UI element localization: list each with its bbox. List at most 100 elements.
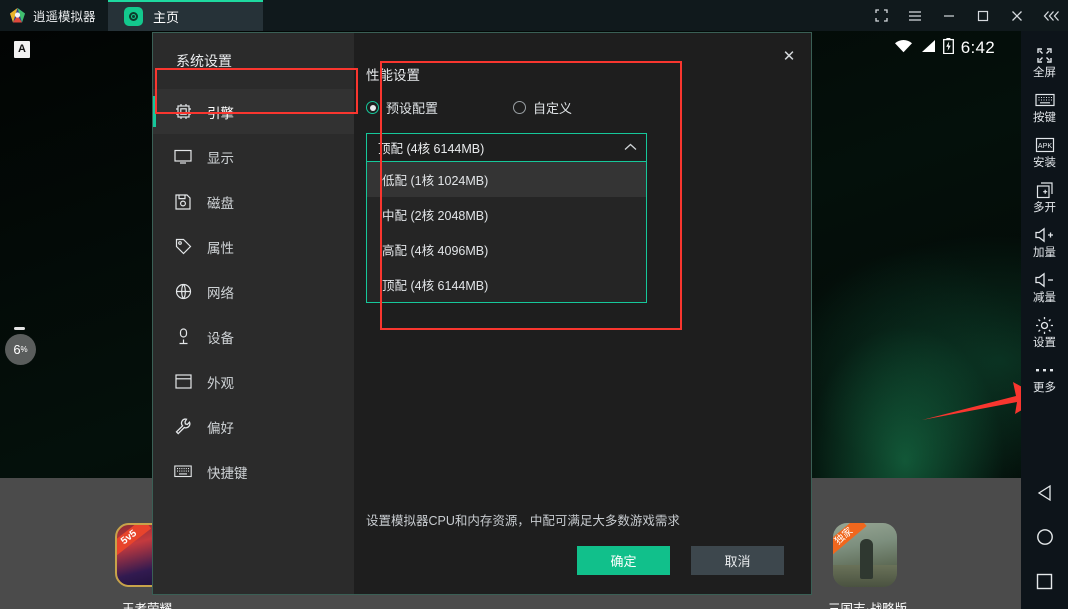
android-nav-buttons bbox=[1033, 481, 1057, 609]
android-home-button[interactable] bbox=[1033, 525, 1057, 549]
toolbar-item-fullscreen[interactable]: 全屏 bbox=[1021, 39, 1068, 84]
keyboard-icon bbox=[1034, 90, 1055, 110]
toolbar-label: 按键 bbox=[1033, 112, 1056, 124]
floppy-disk-icon bbox=[174, 193, 192, 211]
settings-nav-list: 引擎 显示 磁盘 属性 网络 设备 外观 偏好 快捷键 bbox=[153, 89, 354, 494]
radio-label: 预设配置 bbox=[386, 101, 439, 116]
radio-label: 自定义 bbox=[533, 101, 573, 116]
dialog-buttons: 确定 取消 bbox=[577, 546, 784, 575]
battery-charging-icon bbox=[942, 37, 954, 59]
sidebar-item-label: 外观 bbox=[207, 375, 234, 391]
sidebar-item-label: 快捷键 bbox=[207, 465, 248, 481]
app-thumbnail bbox=[833, 523, 897, 587]
device-icon bbox=[174, 328, 192, 346]
sidebar-item-hotkeys[interactable]: 快捷键 bbox=[153, 449, 354, 494]
system-settings-dialog: 系统设置 引擎 显示 磁盘 属性 网络 设备 外观 偏好 快捷键 ✕ 性能设置 … bbox=[152, 32, 812, 595]
performance-settings-section: 性能设置 预设配置 自定义 顶配 (4核 6144MB) 低配 (1核 1024… bbox=[366, 64, 669, 303]
sidebar-item-label: 属性 bbox=[207, 240, 234, 256]
sidebar-item-preferences[interactable]: 偏好 bbox=[153, 404, 354, 449]
android-back-button[interactable] bbox=[1033, 481, 1057, 505]
toolbar-label: 多开 bbox=[1033, 202, 1056, 214]
confirm-button[interactable]: 确定 bbox=[577, 546, 670, 575]
app-label: 王者荣耀 bbox=[121, 602, 172, 609]
sidebar-item-label: 引擎 bbox=[207, 105, 234, 121]
progress-dash bbox=[14, 327, 25, 330]
sidebar-item-display[interactable]: 显示 bbox=[153, 134, 354, 179]
wifi-icon bbox=[894, 39, 913, 58]
performance-mode-radio-group: 预设配置 自定义 bbox=[366, 98, 669, 117]
signal-bars-icon bbox=[920, 39, 936, 58]
preset-select-value: 顶配 (4核 6144MB) bbox=[378, 142, 485, 156]
keyboard-icon bbox=[174, 463, 192, 481]
cpu-chip-icon bbox=[174, 103, 192, 121]
toolbar-label: 加量 bbox=[1033, 247, 1056, 259]
section-title: 性能设置 bbox=[366, 68, 420, 83]
progress-bubble-unit: % bbox=[20, 345, 28, 354]
radio-dot bbox=[366, 101, 379, 114]
settings-sidebar: 系统设置 引擎 显示 磁盘 属性 网络 设备 外观 偏好 快捷键 bbox=[153, 33, 354, 594]
sidebar-item-network[interactable]: 网络 bbox=[153, 269, 354, 314]
sidebar-item-label: 磁盘 bbox=[207, 195, 234, 211]
brand-name: 逍遥模拟器 bbox=[33, 10, 96, 24]
preset-select-options: 低配 (1核 1024MB) 中配 (2核 2048MB) 高配 (4核 409… bbox=[366, 162, 647, 303]
cancel-button[interactable]: 取消 bbox=[691, 546, 784, 575]
toolbar-item-keymap[interactable]: 按键 bbox=[1021, 84, 1068, 129]
radio-preset-config[interactable]: 预设配置 bbox=[366, 98, 513, 117]
option-top[interactable]: 顶配 (4核 6144MB) bbox=[367, 267, 646, 302]
collapse-sidebar-button[interactable] bbox=[1034, 0, 1068, 31]
screenshot-button[interactable] bbox=[864, 0, 898, 31]
sidebar-item-appearance[interactable]: 外观 bbox=[153, 359, 354, 404]
option-low[interactable]: 低配 (1核 1024MB) bbox=[367, 162, 646, 197]
radio-dot bbox=[513, 101, 526, 114]
svg-text:APK: APK bbox=[1037, 141, 1052, 150]
toolbar-item-volume-down[interactable]: 减量 bbox=[1021, 264, 1068, 309]
sidebar-item-label: 显示 bbox=[207, 150, 234, 166]
gear-icon bbox=[1035, 315, 1054, 335]
toolbar-label: 设置 bbox=[1033, 337, 1056, 349]
toolbar-label: 全屏 bbox=[1033, 67, 1056, 79]
memu-pentagon-logo-icon bbox=[9, 7, 26, 24]
progress-bubble[interactable]: 6% bbox=[5, 334, 36, 365]
tag-icon bbox=[174, 238, 192, 256]
globe-icon bbox=[174, 283, 192, 301]
volume-up-icon bbox=[1034, 225, 1055, 245]
home-circle-icon bbox=[124, 7, 143, 26]
radio-custom-config[interactable]: 自定义 bbox=[513, 98, 572, 117]
android-recents-button[interactable] bbox=[1033, 569, 1057, 593]
toolbar-item-multi-instance[interactable]: 多开 bbox=[1021, 174, 1068, 219]
multi-instance-icon bbox=[1036, 180, 1054, 200]
progress-bubble-value: 6 bbox=[13, 342, 21, 357]
menu-button[interactable] bbox=[898, 0, 932, 31]
option-high[interactable]: 高配 (4核 4096MB) bbox=[367, 232, 646, 267]
hint-text: 设置模拟器CPU和内存资源，中配可满足大多数游戏需求 bbox=[366, 514, 680, 528]
toolbar-item-settings[interactable]: 设置 bbox=[1021, 309, 1068, 354]
sidebar-item-properties[interactable]: 属性 bbox=[153, 224, 354, 269]
status-bar-time: 6:42 bbox=[960, 38, 995, 57]
maximize-button[interactable] bbox=[966, 0, 1000, 31]
fullscreen-icon bbox=[1036, 45, 1053, 65]
preset-select-trigger[interactable]: 顶配 (4核 6144MB) bbox=[366, 133, 647, 162]
brand: 逍遥模拟器 bbox=[0, 6, 108, 25]
toolbar-item-install-apk[interactable]: APK 安装 bbox=[1021, 129, 1068, 174]
badge-a: A bbox=[14, 41, 30, 58]
side-toolbar: 全屏 按键 APK 安装 多开 加量 减量 设置 更多 bbox=[1021, 31, 1068, 609]
toolbar-item-more[interactable]: 更多 bbox=[1021, 354, 1068, 399]
tab-home[interactable]: 主页 bbox=[108, 0, 263, 31]
app-icon-sanguozhi[interactable]: 三国志·战略版 bbox=[828, 523, 907, 609]
toolbar-label: 更多 bbox=[1033, 382, 1056, 394]
volume-down-icon bbox=[1034, 270, 1055, 290]
close-button[interactable] bbox=[1000, 0, 1034, 31]
title-bar: 逍遥模拟器 主页 bbox=[0, 0, 1068, 31]
minimize-button[interactable] bbox=[932, 0, 966, 31]
sidebar-item-device[interactable]: 设备 bbox=[153, 314, 354, 359]
toolbar-item-volume-up[interactable]: 加量 bbox=[1021, 219, 1068, 264]
option-medium[interactable]: 中配 (2核 2048MB) bbox=[367, 197, 646, 232]
dialog-close-button[interactable]: ✕ bbox=[776, 43, 802, 69]
wrench-icon bbox=[174, 418, 192, 436]
monitor-icon bbox=[174, 148, 192, 166]
window-layout-icon bbox=[174, 373, 192, 391]
sidebar-item-engine[interactable]: 引擎 bbox=[153, 89, 354, 134]
sidebar-item-label: 网络 bbox=[207, 285, 234, 301]
window-controls bbox=[864, 0, 1068, 31]
sidebar-item-disk[interactable]: 磁盘 bbox=[153, 179, 354, 224]
